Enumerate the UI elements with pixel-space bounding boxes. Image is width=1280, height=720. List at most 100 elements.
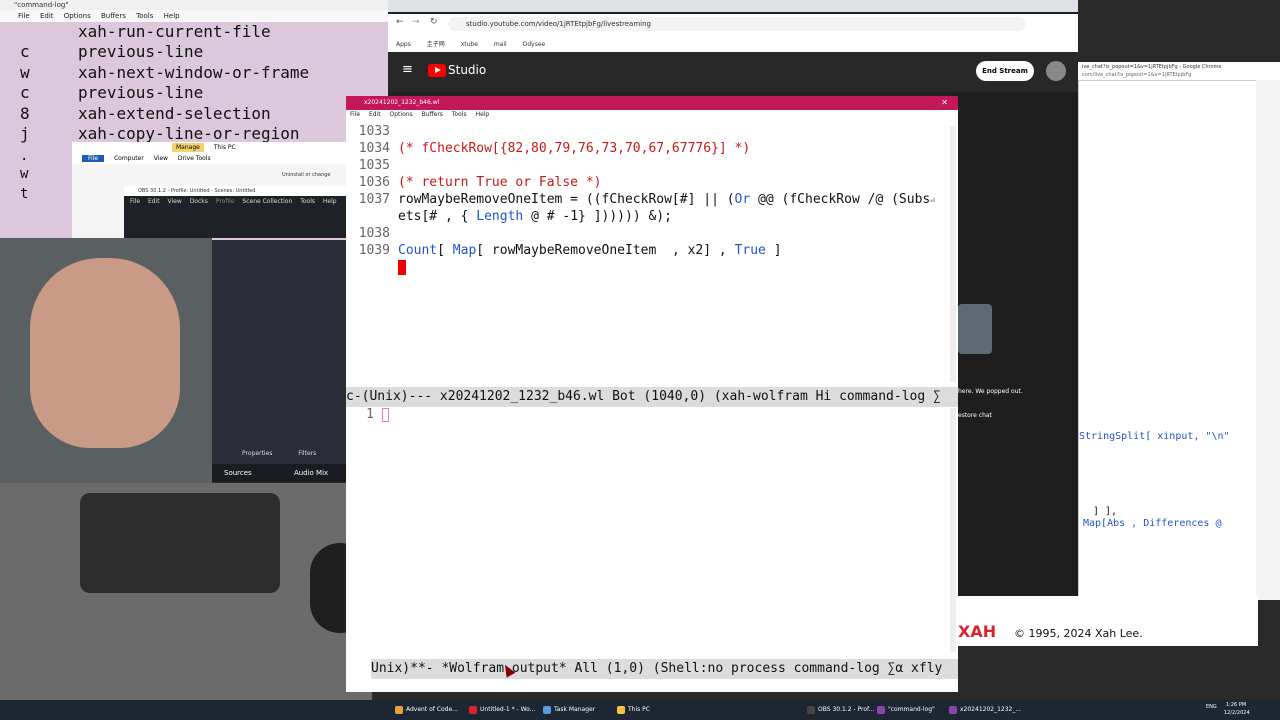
mode-line-top[interactable]: c-(Unix)--- x20241202_1232_b46.wl Bot (1… (346, 387, 958, 407)
explorer-window: Manage This PC File Computer View Drive … (72, 142, 348, 238)
text-cursor (398, 260, 406, 275)
taskbar-item[interactable]: Untitled-1 * - Wo... (468, 703, 535, 717)
face-shape (30, 258, 180, 448)
youtube-logo-icon[interactable] (428, 64, 446, 77)
hamburger-menu-icon[interactable]: ≡ (402, 62, 413, 77)
emacs-menu-buffers[interactable]: Buffers (422, 111, 443, 118)
menu-tools[interactable]: Tools (136, 12, 153, 20)
command-log-row: c previous-line (20, 83, 204, 102)
taskbar-item[interactable]: Advent of Code... (394, 703, 458, 717)
code-line[interactable]: ets[# , { Length @ # -1} ]))))) &); (346, 209, 672, 224)
studio-header: ≡ Studio End Stream (388, 52, 1078, 92)
avatar[interactable] (1046, 61, 1066, 81)
emacs-menu-options[interactable]: Options (390, 111, 413, 118)
studio-label: Studio (448, 63, 487, 77)
obs-window: OBS 30.1.2 - Profile: Untitled - Scenes:… (124, 186, 348, 238)
menu-buffers[interactable]: Buffers (101, 12, 126, 20)
bookmark-xtube[interactable]: xtube (461, 41, 478, 48)
obs-menu-scene-collection[interactable]: Scene Collection (242, 198, 292, 205)
bookmark-apps[interactable]: Apps (396, 41, 411, 48)
code-line[interactable]: 1038 (346, 226, 398, 241)
taskbar-item[interactable]: x20241202_1232_... (948, 703, 1021, 717)
taskbar-item[interactable]: Task Manager (542, 703, 595, 717)
close-icon[interactable]: ✕ (941, 98, 948, 107)
bookmark-1[interactable]: 圭子网 (427, 39, 445, 48)
obs-title: OBS 30.1.2 - Profile: Untitled - Scenes:… (124, 186, 348, 196)
language-indicator[interactable]: ENG (1206, 704, 1217, 710)
tab-view[interactable]: View (154, 155, 168, 162)
chat-popout-title: ive_chat?is_popout=1&v=1jRTEtpjbFg - Goo… (1082, 64, 1222, 70)
obs-menu-view[interactable]: View (168, 198, 182, 205)
obs-menu-file[interactable]: File (130, 198, 140, 205)
manage-tab[interactable]: Manage (172, 143, 204, 152)
back-icon[interactable]: ← (396, 17, 404, 27)
menu-file[interactable]: File (18, 12, 30, 20)
command-log-row: w xah-next-window-or-frame (20, 63, 310, 82)
url-field[interactable]: studio.youtube.com/video/1jRTEtpjbFg/liv… (448, 17, 1026, 31)
code-line[interactable]: 1036 (* return True or False *) (346, 175, 602, 190)
scrollbar-bottom[interactable] (950, 408, 956, 652)
reload-icon[interactable]: ↻ (430, 17, 438, 27)
menu-options[interactable]: Options (64, 12, 91, 20)
code-line[interactable]: 1037 rowMaybeRemoveOneItem = ((fCheckRow[… (346, 192, 935, 207)
code-line[interactable]: 1035 (346, 158, 398, 173)
output-line[interactable]: 1 (346, 407, 382, 422)
obs-menu-profile[interactable]: Profile (216, 198, 235, 205)
emacs-menu-file[interactable]: File (350, 111, 360, 118)
clock-time[interactable]: 1:26 PM (1226, 702, 1246, 708)
restore-chat-link[interactable]: estore chat (958, 412, 992, 419)
code-line[interactable]: 1033 (346, 124, 398, 139)
properties-button[interactable]: Properties (242, 450, 272, 457)
emacs-menu-edit[interactable]: Edit (369, 111, 381, 118)
taskbar: Advent of Code... Untitled-1 * - Wo... T… (0, 700, 1280, 720)
forward-icon[interactable]: → (412, 17, 420, 27)
obs-menu-help[interactable]: Help (323, 198, 337, 205)
command-log-row: xah-run-current-file (78, 22, 271, 41)
obs-menu-tools[interactable]: Tools (300, 198, 315, 205)
filters-button[interactable]: Filters (298, 450, 316, 457)
end-stream-button[interactable]: End Stream (976, 61, 1034, 81)
uninstall-link[interactable]: Uninstall or change (282, 172, 331, 178)
emacs-menu-tools[interactable]: Tools (452, 111, 467, 118)
taskbar-item[interactable]: "command-log" (876, 703, 935, 717)
obs-menu-edit[interactable]: Edit (148, 198, 160, 205)
chat-popout-url: com/live_chat?is_popout=1&v=1jRTEtpjbFg (1082, 72, 1192, 78)
menu-edit[interactable]: Edit (40, 12, 54, 20)
webcam-face-feed (0, 238, 212, 483)
emacs-menubar: File Edit Options Buffers Tools Help (346, 110, 958, 120)
far-right-panel (1256, 80, 1280, 600)
taskbar-item[interactable]: OBS 30.1.2 - Prof... (806, 703, 874, 717)
command-log-key: . (20, 148, 29, 164)
stringsplit-code: StringSplit[ xinput, "\n" (1079, 431, 1230, 442)
emacs-menu-help[interactable]: Help (476, 111, 490, 118)
command-log-key: w (20, 166, 29, 182)
chrome-window: ← → ↻ studio.youtube.com/video/1jRTEtpjb… (388, 0, 1078, 100)
bookmark-mail[interactable]: mail (494, 41, 507, 48)
command-log-titlebar: "command-log" (0, 0, 390, 10)
popped-out-text: here. We popped out. (958, 388, 1023, 395)
obs-menu-docks[interactable]: Docks (190, 198, 208, 205)
stream-preview-area: here. We popped out. estore chat (958, 92, 1078, 596)
mode-line-bottom[interactable]: Unix)**- *Wolfram output* All (1,0) (She… (371, 659, 958, 679)
code-line[interactable]: 1039 Count[ Map[ rowMaybeRemoveOneItem , … (346, 243, 782, 258)
bookmark-odysee[interactable]: Odysee (523, 41, 546, 48)
menu-help[interactable]: Help (164, 12, 180, 20)
code-line[interactable]: 1034 (* fCheckRow[{82,80,79,76,73,70,67,6… (346, 141, 751, 156)
tab-strip[interactable] (388, 0, 1078, 12)
tab-file[interactable]: File (82, 155, 105, 162)
robot-illustration (958, 304, 992, 354)
command-log-row: c previous-line (20, 42, 204, 61)
scrollbar-top[interactable] (950, 126, 956, 382)
command-log-row: 8 xah-extend-selection (20, 104, 271, 123)
emacs-titlebar: x20241202_1232_b46.wl (346, 96, 958, 110)
audio-mixer-tab[interactable]: Audio Mix (294, 469, 328, 477)
emacs-window: x20241202_1232_b46.wl ✕ File Edit Option… (346, 96, 958, 692)
sources-tab[interactable]: Sources (224, 469, 252, 477)
keyboard-shape (80, 493, 280, 593)
tab-computer[interactable]: Computer (114, 155, 144, 162)
tab-drive-tools[interactable]: Drive Tools (178, 155, 211, 162)
clock-date[interactable]: 12/2/2024 (1224, 710, 1250, 716)
taskbar-item[interactable]: This PC (616, 703, 650, 717)
output-cursor (382, 408, 389, 422)
command-log-menubar: File Edit Options Buffers Tools Help (0, 10, 390, 22)
